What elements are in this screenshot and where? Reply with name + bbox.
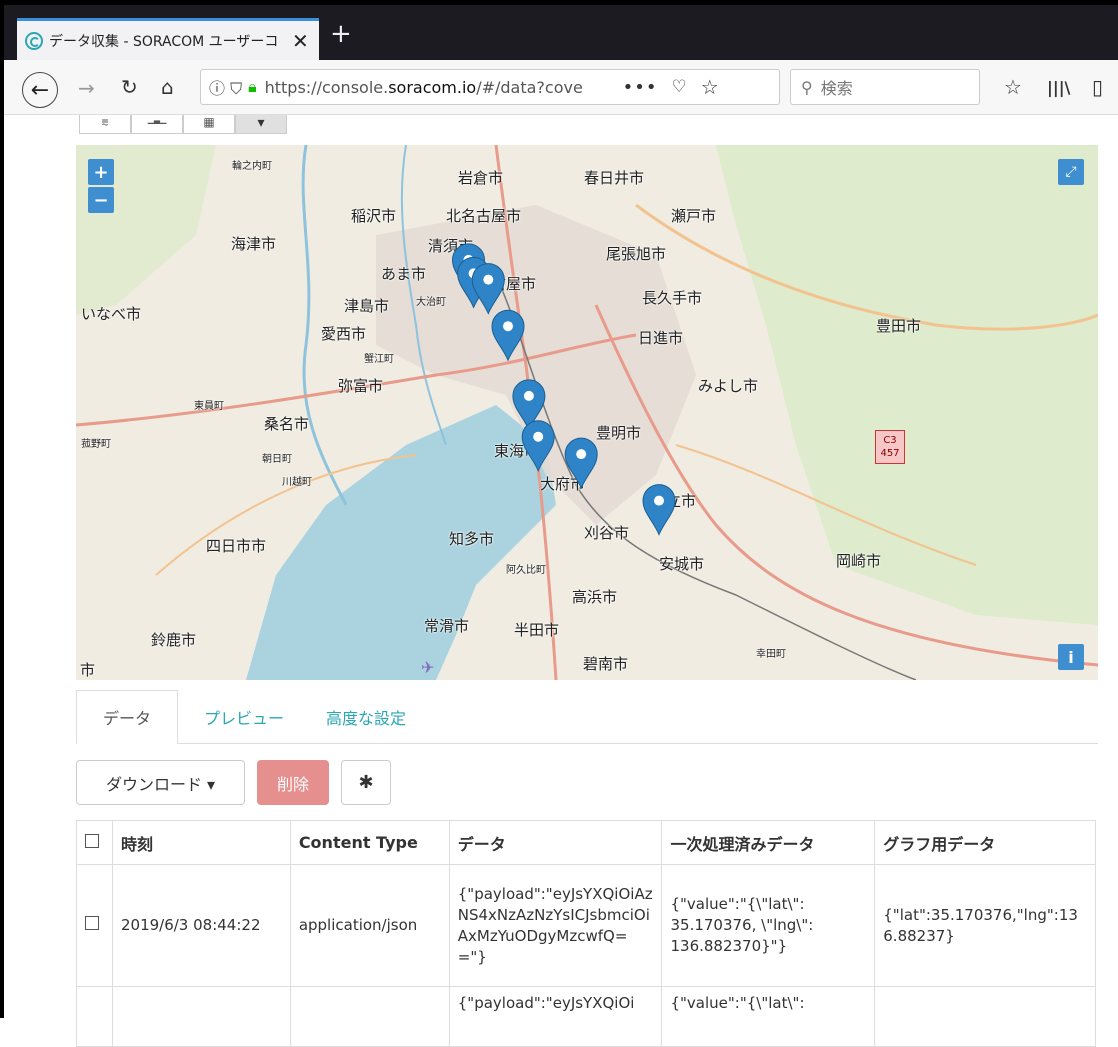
map-marker-icon[interactable] [521,420,555,472]
delete-button[interactable]: 削除 [257,760,329,805]
cell-content-type: application/json [289,864,450,987]
pocket-icon[interactable]: ♡ [671,77,686,97]
cell-content-type [289,986,450,1047]
url-bar[interactable]: ⓘ ⛉ 🔒︎ https://console.soracom.io/#/data… [200,69,780,105]
fullscreen-icon[interactable]: ⤢ [1058,159,1084,185]
tab-preview[interactable]: プレビュー [188,690,300,744]
bookmark-star-icon[interactable]: ☆ [701,75,719,99]
cell-time: 2019/6/3 08:44:22 [111,864,291,987]
cell-processed-data: {"value":"{\"lat\": 35.170376, \"lng\": … [661,864,876,987]
actions-toolbar: ダウンロード ▾ 削除 ✱ [76,760,391,805]
forward-icon[interactable]: → [78,78,95,98]
reload-icon[interactable]: ↻ [121,77,138,97]
select-all-checkbox[interactable] [76,820,113,865]
view-toggle-group: ⩳ ▁▃▁ ▦ ▾ [79,115,287,134]
close-tab-icon[interactable]: ✕ [292,29,309,53]
browser-nav-bar: ← → ↻ ⌂ ⓘ ⛉ 🔒︎ https://console.soracom.i… [4,60,1118,115]
data-table: 時刻 Content Type データ 一次処理済みデータ グラフ用データ 20… [76,820,1096,1047]
row-checkbox[interactable] [76,986,113,1047]
table-header-row: 時刻 Content Type データ 一次処理済みデータ グラフ用データ [76,820,1096,865]
column-header-time[interactable]: 時刻 [111,820,291,865]
url-text: https://console.soracom.io/#/data?cove [264,77,583,97]
data-tabs: データ プレビュー 高度な設定 [76,690,1098,744]
search-icon: ⚲ [801,77,813,97]
bar-chart-icon[interactable]: ▁▃▁ [131,115,183,134]
row-checkbox[interactable] [76,864,113,987]
table-icon[interactable]: ▦ [183,115,235,134]
zoom-control: + − [88,159,114,213]
bookmarks-icon[interactable]: ☆ [1004,75,1022,99]
cell-processed-data: {"value":"{\"lat\": [661,986,876,1047]
cell-graph-data [874,986,1096,1047]
page-content: ⩳ ▁▃▁ ▦ ▾ ✈ 輪之内町 岩倉市 春日井市 稲沢市 北名古屋市 瀬戸市 … [4,115,1118,1047]
map-marker-icon[interactable] [491,309,525,362]
line-chart-icon[interactable]: ⩳ [79,115,131,134]
tab-advanced-settings[interactable]: 高度な設定 [310,690,422,744]
cell-graph-data: {"lat":35.170376,"lng":136.88237} [874,864,1096,987]
cell-data: {"payload":"eyJsYXQiOiAzNS4xNzAzNzYsICJs… [448,864,663,987]
info-button[interactable]: i [1058,644,1084,670]
search-placeholder: 検索 [820,79,853,98]
settings-gear-icon[interactable]: ✱ [341,760,391,805]
page-actions-icon[interactable]: ••• [623,77,658,98]
zoom-out-button[interactable]: − [88,187,114,213]
zoom-in-button[interactable]: + [88,159,114,185]
map-marker-icon[interactable] [564,437,598,490]
cell-time [111,986,291,1047]
table-row[interactable]: {"payload":"eyJsYXQiOi {"value":"{\"lat\… [76,986,1096,1047]
column-header-graph-data[interactable]: グラフ用データ [874,820,1096,865]
table-row[interactable]: 2019/6/3 08:44:22 application/json {"pay… [76,864,1096,987]
cell-data: {"payload":"eyJsYXQiOi [448,986,663,1047]
map-icon[interactable]: ▾ [235,115,287,134]
column-header-processed-data[interactable]: 一次処理済みデータ [661,820,876,865]
map-view[interactable]: ✈ 輪之内町 岩倉市 春日井市 稲沢市 北名古屋市 瀬戸市 海津市 清須市 尾張旭市 あま市 名古屋… [76,145,1098,680]
tab-data[interactable]: データ [76,690,178,744]
library-icon[interactable]: |||\ [1047,78,1070,97]
back-button[interactable]: ← [22,72,58,108]
column-header-content-type[interactable]: Content Type [289,820,450,865]
tab-title: データ収集 - SORACOM ユーザーコ [49,33,279,50]
site-info-icon[interactable]: ⓘ ⛉ [209,75,242,99]
search-input[interactable]: ⚲ 検索 [790,69,980,105]
lock-icon: 🔒︎ [248,77,257,96]
browser-tab-bar: データ収集 - SORACOM ユーザーコ ✕ + [4,5,1118,60]
sidebar-icon[interactable]: ▯ [1092,75,1103,99]
map-marker-icon[interactable] [471,263,505,315]
soracom-favicon-icon [25,31,43,50]
map-marker-icon[interactable] [642,484,676,536]
map-markers-layer [451,243,676,536]
column-header-data[interactable]: データ [448,820,663,865]
browser-tab[interactable]: データ収集 - SORACOM ユーザーコ ✕ [17,18,319,60]
home-icon[interactable]: ⌂ [161,77,174,97]
new-tab-button[interactable]: + [330,19,352,49]
download-button[interactable]: ダウンロード ▾ [76,760,245,805]
